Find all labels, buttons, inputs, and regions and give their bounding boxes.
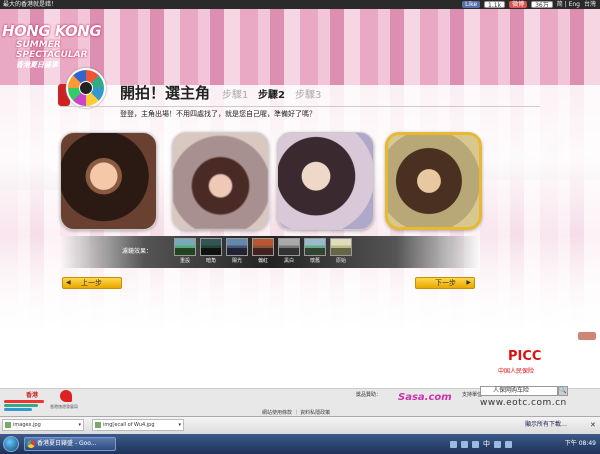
input-language-indicator[interactable]: 中 bbox=[483, 439, 490, 449]
sponsor-area bbox=[455, 340, 600, 390]
next-step-label: 下一步 bbox=[435, 279, 456, 287]
filter-name: 偏紅 bbox=[257, 258, 268, 264]
close-icon[interactable]: ✕ bbox=[590, 419, 596, 431]
tourism-board-logo[interactable] bbox=[60, 390, 72, 402]
weibo-button[interactable]: 微博 bbox=[509, 1, 528, 8]
picc-subtitle: 中国人民保险 bbox=[498, 368, 535, 375]
filter-vignette[interactable]: 暗角 bbox=[200, 238, 222, 264]
download-item-2[interactable]: img[ecall of Wu4.jpg ▾ bbox=[92, 419, 184, 431]
image-file-icon bbox=[95, 422, 101, 428]
filter-name: 懷舊 bbox=[309, 258, 320, 264]
watermark-text: www.eotc.com.cn bbox=[480, 398, 567, 408]
logo-wave bbox=[4, 400, 44, 403]
logo-line-2: SUMMER SPECTACULAR bbox=[16, 40, 88, 60]
filter-reddish[interactable]: 偏紅 bbox=[252, 238, 274, 264]
chevron-down-icon[interactable]: ▾ bbox=[78, 420, 81, 430]
filter-name: 暗角 bbox=[205, 258, 216, 264]
show-all-downloads-link[interactable]: 顯示所有下載… bbox=[525, 419, 567, 431]
logo-wave bbox=[4, 404, 38, 407]
filter-label: 濾鏡效果： bbox=[122, 248, 153, 255]
photo-option-3[interactable] bbox=[277, 132, 374, 230]
tourism-board-text: 香港旅遊發展局 bbox=[50, 404, 78, 409]
taskbar-clock[interactable]: 下午 08:49 bbox=[565, 436, 596, 452]
filter-original[interactable]: 原始 bbox=[330, 238, 352, 264]
filter-reset[interactable]: 重設 bbox=[174, 238, 196, 264]
taskbar-window-title: 香港夏日錶盛 - Goo... bbox=[37, 440, 97, 447]
download-item-1[interactable]: imagex.jpg ▾ bbox=[2, 419, 84, 431]
like-button[interactable]: Like bbox=[462, 1, 481, 8]
filter-thumb bbox=[330, 238, 352, 256]
taskbar-window-chrome[interactable]: 香港夏日錶盛 - Goo... bbox=[24, 437, 116, 451]
step-2-active: 步驟2 bbox=[258, 90, 285, 101]
logo-wave bbox=[4, 408, 32, 411]
filter-bw[interactable]: 黑白 bbox=[278, 238, 300, 264]
search-icon[interactable]: 🔍 bbox=[558, 386, 568, 396]
photo-option-1[interactable] bbox=[60, 132, 157, 230]
filter-thumb bbox=[226, 238, 248, 256]
page-title: 開拍！選主角 bbox=[120, 84, 211, 102]
prev-step-label: 上一步 bbox=[81, 279, 102, 287]
top-bar: 最大的香港就是錯！ Like 1.1k 微博 36万 简 | Eng 台灣 bbox=[0, 0, 600, 9]
filter-name: 陽光 bbox=[231, 258, 242, 264]
prev-step-button[interactable]: ◀ 上一步 bbox=[62, 277, 122, 289]
event-logo[interactable]: HONG KONG SUMMER SPECTACULAR 香港夏日盛事 bbox=[2, 22, 114, 69]
search-input[interactable]: 人保网购车险 bbox=[480, 386, 558, 396]
language-links[interactable]: 简 | Eng bbox=[557, 0, 580, 9]
arrow-right-icon: ▶ bbox=[466, 279, 471, 286]
tray-icon[interactable] bbox=[461, 440, 468, 448]
download-filename: img[ecall of Wu4.jpg bbox=[103, 422, 155, 428]
logo-line-1: HONG KONG bbox=[2, 22, 102, 40]
next-step-button[interactable]: 下一步 ▶ bbox=[415, 277, 475, 289]
picc-logo[interactable]: PICC bbox=[508, 349, 541, 364]
corner-badge-icon[interactable] bbox=[578, 332, 596, 340]
tray-icon[interactable] bbox=[472, 440, 479, 448]
like-count: 1.1k bbox=[484, 1, 506, 9]
filter-thumb bbox=[304, 238, 326, 256]
sasa-logo[interactable]: Sasa.com bbox=[398, 392, 452, 403]
title-divider bbox=[60, 106, 540, 107]
tray-icon[interactable] bbox=[494, 440, 501, 448]
weibo-count: 36万 bbox=[531, 1, 553, 9]
filter-thumb bbox=[200, 238, 222, 256]
viewmaster-hub bbox=[79, 81, 93, 95]
footer-links[interactable]: 網站使用條款 ｜ 資料私隱政策 bbox=[262, 409, 330, 416]
filter-name: 原始 bbox=[335, 258, 346, 264]
filter-sunlight[interactable]: 陽光 bbox=[226, 238, 248, 264]
region-selector[interactable]: 台灣 bbox=[584, 0, 596, 9]
hk-brand-text: 香港 bbox=[26, 392, 39, 399]
filter-vintage[interactable]: 懷舊 bbox=[304, 238, 326, 264]
filter-name: 黑白 bbox=[283, 258, 294, 264]
download-bar bbox=[0, 416, 600, 434]
start-button[interactable] bbox=[3, 436, 19, 452]
top-bar-tagline: 最大的香港就是錯！ bbox=[3, 1, 58, 8]
tray-icon[interactable] bbox=[505, 440, 512, 448]
filter-name: 重設 bbox=[179, 258, 190, 264]
filter-thumb bbox=[252, 238, 274, 256]
photo-option-2[interactable] bbox=[172, 132, 269, 230]
filter-thumb bbox=[174, 238, 196, 256]
chrome-icon bbox=[27, 440, 35, 448]
page-subtitle: 登登，主角出場！不用四處找了，就是您自己喔，準備好了嗎？ bbox=[120, 110, 316, 118]
arrow-left-icon: ◀ bbox=[66, 279, 71, 286]
tray-icon[interactable] bbox=[450, 440, 457, 448]
photo-option-4-selected[interactable] bbox=[385, 132, 482, 230]
viewmaster-icon bbox=[58, 66, 110, 110]
step-3: 步驟3 bbox=[295, 90, 322, 101]
step-1: 步驟1 bbox=[222, 90, 249, 101]
top-bar-right: Like 1.1k 微博 36万 简 | Eng 台灣 bbox=[462, 0, 596, 9]
filter-thumb bbox=[278, 238, 300, 256]
download-filename: imagex.jpg bbox=[13, 422, 41, 428]
image-file-icon bbox=[5, 422, 11, 428]
sponsor-label: 獎品贊助： bbox=[356, 392, 382, 398]
chevron-down-icon[interactable]: ▾ bbox=[178, 420, 181, 430]
